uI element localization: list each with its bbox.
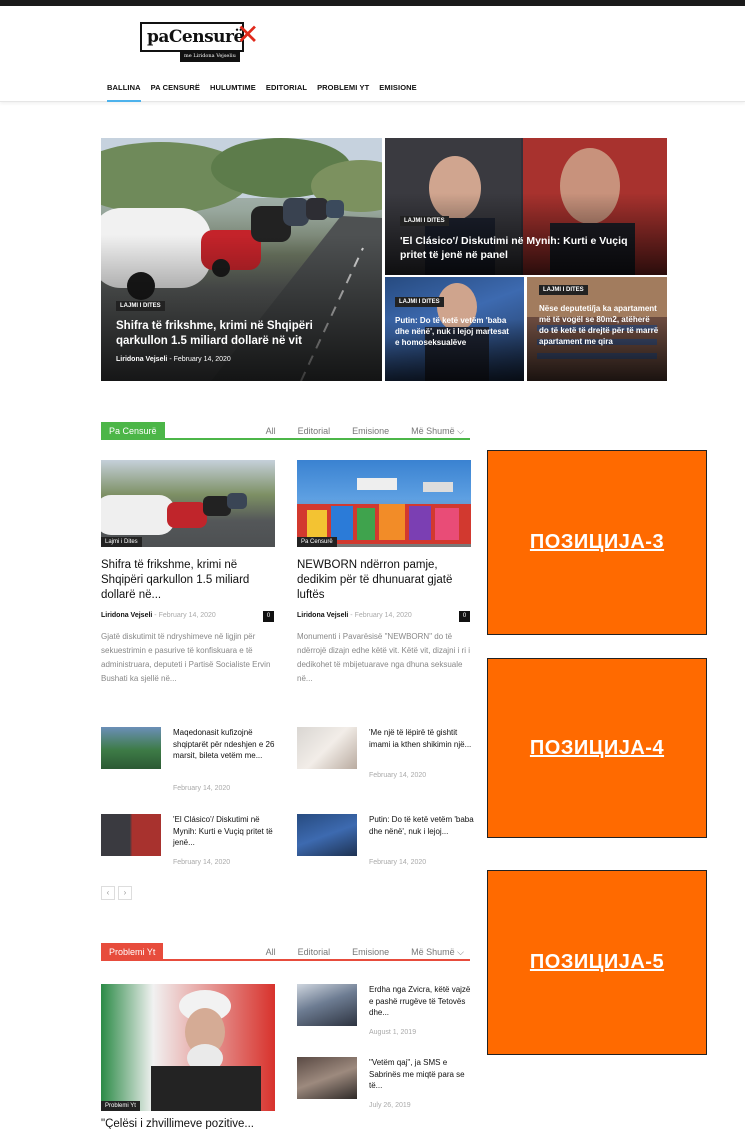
hero-bottom-right-title[interactable]: Nëse deputeti/ja ka apartament më të vog… xyxy=(539,303,661,347)
card-2-photo xyxy=(297,478,471,544)
hero-bottom-left-title[interactable]: Putin: Do të ketë vetëm 'baba dhe nënë',… xyxy=(395,315,515,348)
list-item[interactable]: Putin: Do të ketë vetëm 'baba dhe nënë',… xyxy=(297,814,477,874)
ad-position-5-label[interactable]: ПОЗИЦИЈА-5 xyxy=(530,951,664,974)
card-2-badge[interactable]: Pa Censurë xyxy=(297,537,337,547)
filter-editorial[interactable]: Editorial xyxy=(298,426,331,437)
mini-1-date: February 14, 2020 xyxy=(173,785,231,792)
card-1-photo xyxy=(101,493,247,535)
mini-4-image xyxy=(297,814,357,856)
hero-bottom-right-badge[interactable]: LAJMI I DITES xyxy=(539,285,588,295)
filter-editorial[interactable]: Editorial xyxy=(298,947,331,958)
card-1-image[interactable]: Lajmi i Dites xyxy=(101,460,275,547)
mini-4-title[interactable]: Putin: Do të ketë vetëm 'baba dhe nënë',… xyxy=(369,814,474,837)
nav-item-hulumtime[interactable]: HULUMTIME xyxy=(210,83,256,102)
hero-main-badge[interactable]: LAJMI I DITES xyxy=(116,301,165,311)
prev-page-button[interactable]: ‹ xyxy=(101,886,115,900)
block2-mini-1-date: August 1, 2019 xyxy=(369,1029,417,1036)
card-2-meta: Liridona Vejseli - February 14, 2020 xyxy=(297,612,412,619)
hero-main-date: February 14, 2020 xyxy=(173,356,231,363)
mini-3-image xyxy=(101,814,161,856)
mini-2-image xyxy=(297,727,357,769)
logo-box: paCensurë xyxy=(140,22,244,52)
logo-text: paCensurë xyxy=(147,27,244,47)
filter-all[interactable]: All xyxy=(266,947,276,958)
card-1-excerpt: Gjatë diskutimit të ndryshimeve në ligji… xyxy=(101,632,271,683)
logo-tagline: me Liridona Vejseliu xyxy=(180,52,240,62)
block-pa-censure-label[interactable]: Pa Censurë xyxy=(101,422,165,440)
block2-card-image[interactable]: Problemi Yt xyxy=(101,984,275,1111)
hero-top-right-tile[interactable]: LAJMI I DITES 'El Clásico'/ Diskutimi në… xyxy=(385,138,667,275)
filter-emisione[interactable]: Emisione xyxy=(352,426,389,437)
list-item[interactable]: Maqedonasit kufizojnë shqiptarët për nde… xyxy=(101,727,281,797)
block2-mini-2-title[interactable]: "Vetëm qaj", ja SMS e Sabrinës me miqtë … xyxy=(369,1057,474,1092)
block2-card-badge[interactable]: Problemi Yt xyxy=(101,1101,140,1111)
hero-grid: LAJMI I DITES Shifra të frikshme, krimi … xyxy=(101,138,667,381)
block-pa-censure-header: Pa Censurë All Editorial Emisione Më Shu… xyxy=(101,422,470,440)
card-1-author[interactable]: Liridona Vejseli xyxy=(101,612,152,619)
card-2-title[interactable]: NEWBORN ndërron pamje, dedikim për të dh… xyxy=(297,558,475,603)
list-item[interactable]: 'El Clásico'/ Diskutimi në Mynih: Kurti … xyxy=(101,814,281,874)
hero-main-author[interactable]: Liridona Vejseli xyxy=(116,356,167,363)
hero-main-title[interactable]: Shifra të frikshme, krimi në Shqipëri qa… xyxy=(116,319,356,349)
mini-4-date: February 14, 2020 xyxy=(369,859,427,866)
block2-mini-2-date: July 26, 2019 xyxy=(369,1102,411,1109)
block-problemi-yt-filters: All Editorial Emisione Më Shumë ⌵ xyxy=(266,947,464,958)
block-problemi-yt-label[interactable]: Problemi Yt xyxy=(101,943,164,961)
block2-mini-1-image xyxy=(297,984,357,1026)
site-logo[interactable]: paCensurë ✕ me Liridona Vejseliu xyxy=(140,18,260,62)
filter-more-dropdown[interactable]: Më Shumë ⌵ xyxy=(411,426,464,437)
block-problemi-yt-header: Problemi Yt All Editorial Emisione Më Sh… xyxy=(101,943,470,961)
site-header: paCensurë ✕ me Liridona Vejseliu BALLINA… xyxy=(0,6,745,102)
block2-mini-1-title[interactable]: Erdha nga Zvicra, këtë vajzë e pashë rru… xyxy=(369,984,474,1019)
block2-card-title[interactable]: "Çelësi i zhvillimeve pozitive... xyxy=(101,1117,279,1129)
nav-item-ballina[interactable]: BALLINA xyxy=(107,83,141,102)
nav-item-editorial[interactable]: EDITORIAL xyxy=(266,83,307,102)
nav-item-pa-censure[interactable]: PA CENSURË xyxy=(151,83,200,102)
card-2-author[interactable]: Liridona Vejseli xyxy=(297,612,348,619)
card-2-date: February 14, 2020 xyxy=(354,612,412,619)
ad-position-3[interactable]: ПОЗИЦИЈА-3 xyxy=(487,450,707,635)
block-pa-censure-filters: All Editorial Emisione Më Shumë ⌵ xyxy=(266,426,464,437)
block2-mini-2-image xyxy=(297,1057,357,1099)
filter-emisione[interactable]: Emisione xyxy=(352,947,389,958)
hero-bottom-left-tile[interactable]: LAJMI I DITES Putin: Do të ketë vetëm 'b… xyxy=(385,277,524,381)
card-2-excerpt: Monumenti i Pavarësisë "NEWBORN" do të n… xyxy=(297,632,470,683)
card-2-image[interactable]: Pa Censurë xyxy=(297,460,471,547)
next-page-button[interactable]: › xyxy=(118,886,132,900)
filter-more-dropdown[interactable]: Më Shumë ⌵ xyxy=(411,947,464,958)
main-nav: BALLINA PA CENSURË HULUMTIME EDITORIAL P… xyxy=(107,83,417,102)
ad-position-4[interactable]: ПОЗИЦИЈА-4 xyxy=(487,658,707,838)
ad-position-5[interactable]: ПОЗИЦИЈА-5 xyxy=(487,870,707,1055)
list-item[interactable]: "Vetëm qaj", ja SMS e Sabrinës me miqtë … xyxy=(297,1057,477,1117)
mini-2-title[interactable]: 'Me një të lëpirë të gishtit imami ia kt… xyxy=(369,727,474,750)
hero-main-separator: - xyxy=(169,356,172,363)
block2-card-photo xyxy=(151,990,261,1111)
card-1-comment-count[interactable]: 0 xyxy=(263,611,274,622)
hero-bottom-left-badge[interactable]: LAJMI I DITES xyxy=(395,297,444,307)
mini-1-image xyxy=(101,727,161,769)
hero-bottom-right-tile[interactable]: LAJMI I DITES Nëse deputeti/ja ka aparta… xyxy=(527,277,667,381)
mini-3-title[interactable]: 'El Clásico'/ Diskutimi në Mynih: Kurti … xyxy=(173,814,278,849)
filter-all[interactable]: All xyxy=(266,426,276,437)
list-item[interactable]: Erdha nga Zvicra, këtë vajzë e pashë rru… xyxy=(297,984,477,1044)
page: paCensurë ✕ me Liridona Vejseliu BALLINA… xyxy=(0,0,745,1129)
mini-1-title[interactable]: Maqedonasit kufizojnë shqiptarët për nde… xyxy=(173,727,278,762)
hero-main-meta: Liridona Vejseli - February 14, 2020 xyxy=(116,356,231,363)
hero-main-tile[interactable]: LAJMI I DITES Shifra të frikshme, krimi … xyxy=(101,138,382,381)
mini-2-date: February 14, 2020 xyxy=(369,772,427,779)
card-1-date: February 14, 2020 xyxy=(158,612,216,619)
nav-item-problemi-yt[interactable]: PROBLEMI YT xyxy=(317,83,369,102)
card-1-badge[interactable]: Lajmi i Dites xyxy=(101,537,142,547)
list-item[interactable]: 'Me një të lëpirë të gishtit imami ia kt… xyxy=(297,727,477,797)
nav-item-emisione[interactable]: EMISIONE xyxy=(379,83,416,102)
hero-top-right-title[interactable]: 'El Clásico'/ Diskutimi në Mynih: Kurti … xyxy=(400,234,650,262)
card-1-meta: Liridona Vejseli - February 14, 2020 xyxy=(101,612,216,619)
hero-top-right-badge[interactable]: LAJMI I DITES xyxy=(400,216,449,226)
ad-position-3-label[interactable]: ПОЗИЦИЈА-3 xyxy=(530,531,664,554)
ad-position-4-label[interactable]: ПОЗИЦИЈА-4 xyxy=(530,737,664,760)
card-1-title[interactable]: Shifra të frikshme, krimi në Shqipëri qa… xyxy=(101,558,279,603)
logo-x-mark: ✕ xyxy=(236,18,260,51)
mini-3-date: February 14, 2020 xyxy=(173,859,231,866)
card-2-comment-count[interactable]: 0 xyxy=(459,611,470,622)
